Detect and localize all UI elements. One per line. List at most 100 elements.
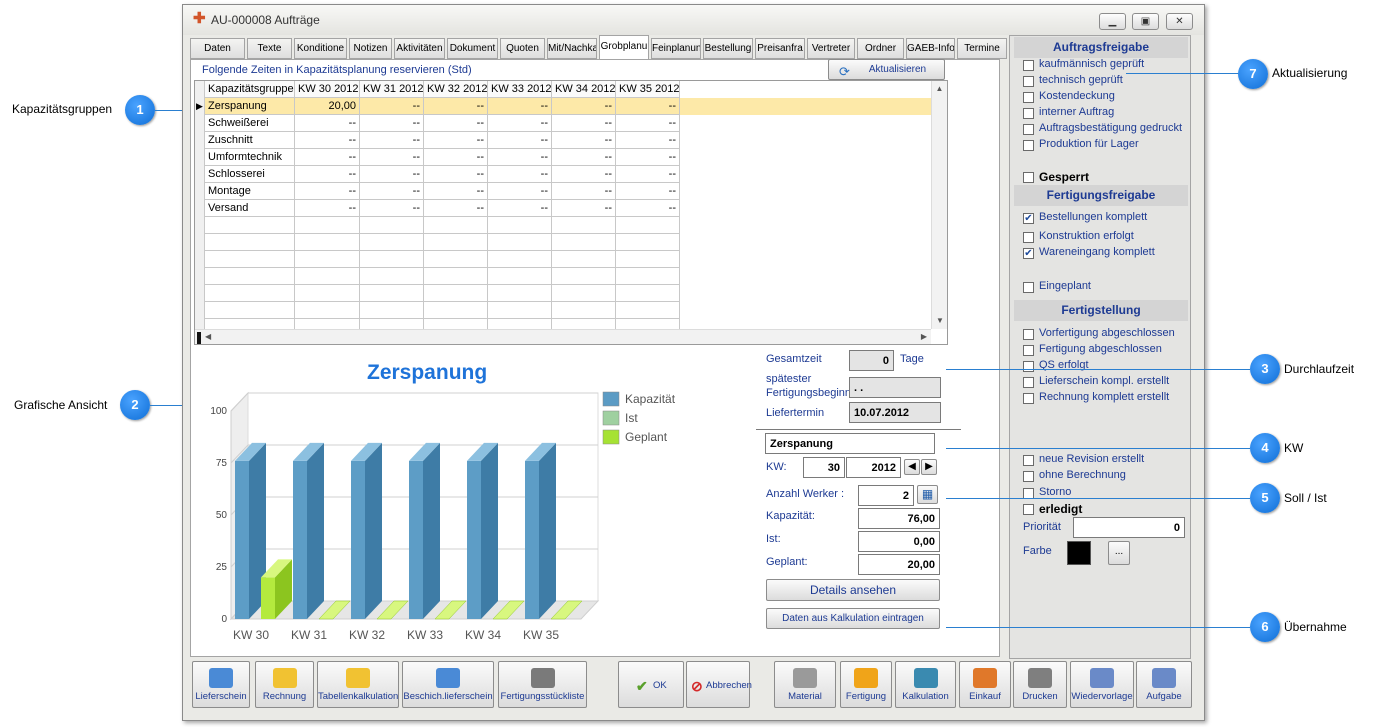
table-cell[interactable]: -- [488,183,552,200]
fs-item-4-checkbox[interactable] [1023,393,1034,404]
table-cell[interactable]: -- [552,200,616,217]
table-cell[interactable]: -- [424,166,488,183]
tab-vertreter[interactable]: Vertreter [807,38,855,59]
table-cell[interactable]: -- [552,132,616,149]
af-item-4-checkbox[interactable] [1023,124,1034,135]
kalkulation-button[interactable]: Kalkulation [895,661,956,708]
vertical-scrollbar[interactable]: ▲ ▼ [931,81,947,329]
column-header[interactable]: KW 35 2012 [616,81,680,98]
table-cell[interactable]: -- [295,115,360,132]
tabellenkalkulation-button[interactable]: Tabellenkalkulation [317,661,399,708]
table-cell[interactable]: -- [616,115,680,132]
column-header[interactable]: KW 30 2012 [295,81,360,98]
tab-konditione[interactable]: Konditione [294,38,347,59]
gesamtzeit-field[interactable]: 0 [849,350,894,371]
table-cell[interactable]: -- [616,166,680,183]
tab-dokument[interactable]: Dokument [447,38,498,59]
capacity-group-cell[interactable]: Schweißerei [205,115,295,132]
table-cell[interactable]: -- [616,183,680,200]
table-cell[interactable]: -- [360,98,424,115]
scroll-right-icon[interactable]: ▶ [921,332,927,341]
tab-termine[interactable]: Termine [957,38,1007,59]
capacity-group-cell[interactable]: Montage [205,183,295,200]
abbrechen-button[interactable]: ⊘ Abbrechen [686,661,752,708]
table-cell[interactable]: -- [488,166,552,183]
scroll-left-icon[interactable]: ◀ [205,332,211,341]
af-item-3-checkbox[interactable] [1023,108,1034,119]
kalkulation-button[interactable]: Daten aus Kalkulation eintragen [766,608,940,629]
tab-mit-nachka[interactable]: Mit/Nachka [547,38,597,59]
ok-button[interactable]: ✔ OK [618,661,684,708]
capacity-group-cell[interactable]: Versand [205,200,295,217]
tab-preisanfra[interactable]: Preisanfra [755,38,805,59]
eingeplant-checkbox[interactable] [1023,282,1034,293]
minimize-button[interactable]: ▁ [1099,13,1126,30]
color-swatch[interactable] [1067,541,1091,565]
table-cell[interactable]: -- [488,115,552,132]
ff-item-2-checkbox[interactable]: ✔ [1023,248,1034,259]
year-field[interactable]: 2012 [846,457,901,478]
liefertermin-field[interactable]: 10.07.2012 [849,402,941,423]
drucken-button[interactable]: Drucken [1013,661,1067,708]
table-cell[interactable]: -- [295,132,360,149]
table-cell[interactable]: -- [488,132,552,149]
beschich-lieferschein-button[interactable]: Beschich.lieferschein [402,661,494,708]
spaetester-field[interactable]: . . [849,377,941,398]
fs-item-1-checkbox[interactable] [1023,345,1034,356]
column-header[interactable]: Kapazitätsgruppe [205,81,295,98]
horizontal-scrollbar[interactable]: ◀ ▶ [195,329,931,344]
tab-texte[interactable]: Texte [247,38,292,59]
table-cell[interactable]: -- [488,200,552,217]
table-cell[interactable]: -- [424,200,488,217]
rechnung-button[interactable]: Rechnung [255,661,314,708]
table-cell[interactable]: -- [424,115,488,132]
table-cell[interactable]: -- [295,149,360,166]
af-item-0-checkbox[interactable] [1023,60,1034,71]
tab-gaeb-info[interactable]: GAEB-Info [906,38,955,59]
af-item-2-checkbox[interactable] [1023,92,1034,103]
tab-ordner[interactable]: Ordner [857,38,904,59]
table-cell[interactable]: -- [552,183,616,200]
capacity-group-cell[interactable]: Zuschnitt [205,132,295,149]
af-item-1-checkbox[interactable] [1023,76,1034,87]
einkauf-button[interactable]: Einkauf [959,661,1011,708]
ist-field[interactable]: 0,00 [858,531,940,552]
table-cell[interactable]: -- [488,149,552,166]
capacity-group-cell[interactable]: Schlosserei [205,166,295,183]
table-cell[interactable]: 20,00 [295,98,360,115]
kw-field[interactable]: 30 [803,457,845,478]
table-cell[interactable]: -- [360,183,424,200]
scroll-up-icon[interactable]: ▲ [932,84,947,93]
table-cell[interactable]: -- [360,200,424,217]
geplant-field[interactable]: 20,00 [858,554,940,575]
column-header[interactable]: KW 32 2012 [424,81,488,98]
table-cell[interactable]: -- [295,183,360,200]
scroll-thumb[interactable] [197,332,201,344]
capacity-group-cell[interactable]: Umformtechnik [205,149,295,166]
table-cell[interactable]: -- [552,166,616,183]
material-button[interactable]: Material [774,661,836,708]
close-button[interactable]: ✕ [1166,13,1193,30]
wiedervorlage-button[interactable]: Wiedervorlage [1070,661,1134,708]
tab-feinplanun[interactable]: Feinplanun [651,38,701,59]
maximize-button[interactable]: ▣ [1132,13,1159,30]
table-cell[interactable]: -- [552,115,616,132]
table-cell[interactable]: -- [616,132,680,149]
table-cell[interactable]: -- [552,149,616,166]
table-cell[interactable]: -- [488,98,552,115]
table-cell[interactable]: -- [360,115,424,132]
lieferschein-button[interactable]: Lieferschein [192,661,250,708]
tab-aktivit-ten[interactable]: Aktivitäten [394,38,445,59]
column-header[interactable]: KW 33 2012 [488,81,552,98]
kw-prev-button[interactable]: ◀ [904,459,920,475]
table-cell[interactable]: -- [616,200,680,217]
table-cell[interactable]: -- [424,149,488,166]
table-cell[interactable]: -- [616,98,680,115]
color-picker-button[interactable]: ... [1108,541,1130,565]
table-cell[interactable]: -- [360,132,424,149]
table-cell[interactable]: -- [552,98,616,115]
fertigungsstückliste-button[interactable]: Fertigungsstückliste [498,661,587,708]
tab-notizen[interactable]: Notizen [349,38,392,59]
fertigung-button[interactable]: Fertigung [840,661,892,708]
erledigt-checkbox[interactable] [1023,504,1034,515]
